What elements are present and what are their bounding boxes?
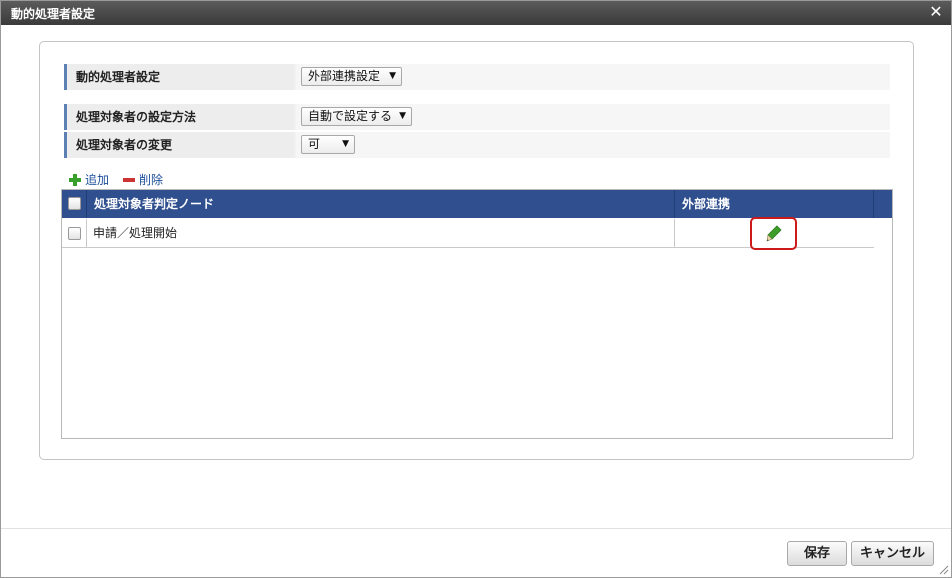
delete-button[interactable]: 削除 [122, 172, 168, 188]
setting-method-label: 処理対象者の設定方法 [64, 104, 294, 130]
chevron-down-icon: ▼ [389, 71, 396, 81]
dynamic-processor-select[interactable]: 外部連携設定 ▼ [301, 67, 402, 86]
change-label: 処理対象者の変更 [64, 132, 294, 158]
select-all-checkbox[interactable] [68, 197, 81, 210]
chevron-down-icon: ▼ [342, 139, 349, 149]
add-button[interactable]: 追加 [68, 172, 114, 188]
form-row-change: 処理対象者の変更 可 ▼ [64, 132, 890, 158]
table-row: 申請／処理開始 [62, 217, 874, 250]
edit-external-button[interactable] [750, 217, 797, 250]
plus-icon [69, 174, 81, 186]
settings-panel: 動的処理者設定 外部連携設定 ▼ 処理対象者の設定方法 自動で設定する ▼ 処理… [39, 41, 914, 460]
column-header-node[interactable]: 処理対象者判定ノード [87, 190, 675, 218]
form-row-dynamic-processor: 動的処理者設定 外部連携設定 ▼ [64, 64, 890, 90]
node-grid: 処理対象者判定ノード 外部連携 申請／処理開始 [61, 189, 893, 439]
close-icon[interactable]: ✕ [927, 3, 945, 21]
grid-header: 処理対象者判定ノード 外部連携 [62, 190, 892, 218]
dialog-titlebar: 動的処理者設定 ✕ [1, 1, 951, 25]
save-button[interactable]: 保存 [787, 541, 847, 566]
dialog-title: 動的処理者設定 [11, 7, 96, 21]
dialog-window: 動的処理者設定 ✕ 動的処理者設定 外部連携設定 ▼ 処理対象者の設定方法 自動… [0, 0, 952, 578]
column-header-external[interactable]: 外部連携 [675, 190, 874, 218]
row-checkbox[interactable] [68, 227, 81, 240]
setting-method-select[interactable]: 自動で設定する ▼ [301, 107, 412, 126]
change-select[interactable]: 可 ▼ [301, 135, 355, 154]
minus-icon [123, 178, 135, 182]
chevron-down-icon: ▼ [399, 111, 406, 121]
pencil-icon [766, 225, 782, 242]
footer-divider [1, 528, 951, 529]
form-row-setting-method: 処理対象者の設定方法 自動で設定する ▼ [64, 104, 890, 130]
resize-grip-icon[interactable] [938, 564, 949, 575]
node-cell: 申請／処理開始 [87, 219, 675, 248]
dynamic-processor-label: 動的処理者設定 [64, 64, 294, 90]
cancel-button[interactable]: キャンセル [851, 541, 934, 566]
